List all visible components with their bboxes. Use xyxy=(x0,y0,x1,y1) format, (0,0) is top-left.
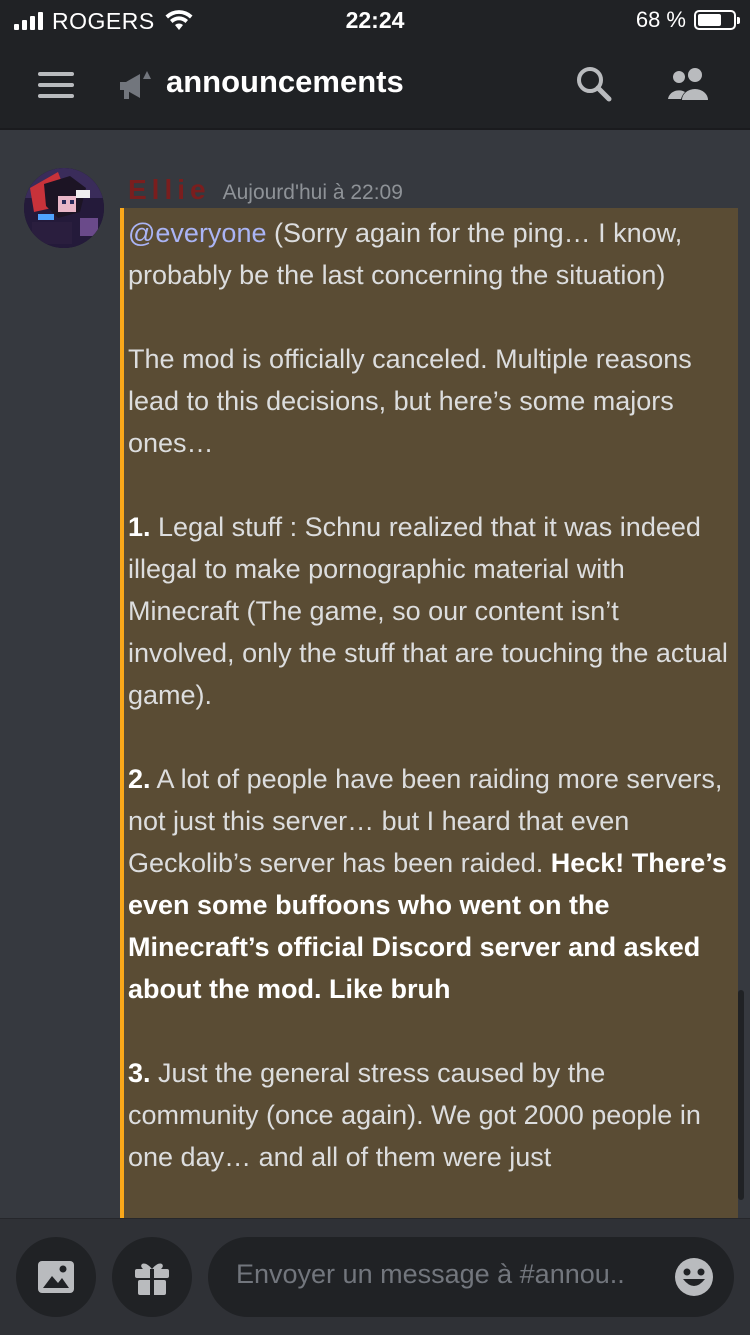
menu-icon[interactable] xyxy=(38,72,74,98)
emoji-icon[interactable] xyxy=(674,1257,714,1297)
message-content: @everyone (Sorry again for the ping… I k… xyxy=(128,212,728,1218)
message-paragraph-3: 1. Legal stuff : Schnu realized that it … xyxy=(128,512,728,710)
battery-icon xyxy=(694,10,740,30)
message-paragraph-5: 3. Just the general stress caused by the… xyxy=(128,1058,701,1172)
announcement-channel-icon xyxy=(120,70,153,99)
channel-name: announcements xyxy=(166,64,404,99)
author-name[interactable]: Ellie xyxy=(128,174,211,206)
message-composer: Envoyer un message à #annou.. xyxy=(0,1218,750,1335)
channel-header: announcements xyxy=(0,44,750,130)
message-list[interactable]: Ellie Aujourd'hui à 22:09 @everyone (Sor… xyxy=(0,130,750,1218)
scrollbar[interactable] xyxy=(738,990,744,1200)
status-bar: ROGERS 22:24 68 % xyxy=(0,0,750,44)
members-icon[interactable] xyxy=(664,64,714,104)
message-input[interactable]: Envoyer un message à #annou.. xyxy=(208,1237,734,1317)
message-input-placeholder: Envoyer un message à #annou.. xyxy=(236,1259,625,1289)
search-icon[interactable] xyxy=(574,64,614,104)
avatar[interactable] xyxy=(24,168,104,248)
message-timestamp: Aujourd'hui à 22:09 xyxy=(222,181,403,204)
message-paragraph-2: The mod is officially canceled. Multiple… xyxy=(128,344,692,458)
everyone-mention[interactable]: @everyone xyxy=(128,218,266,248)
gift-icon xyxy=(135,1263,169,1295)
avatar-image xyxy=(24,168,104,248)
message-paragraph-4: 2. A lot of people have been raiding mor… xyxy=(128,764,727,1004)
message-paragraph-1: @everyone (Sorry again for the ping… I k… xyxy=(128,218,683,290)
gift-button[interactable] xyxy=(112,1237,192,1317)
battery-percent: 68 % xyxy=(635,7,686,32)
image-icon xyxy=(38,1261,74,1293)
attach-image-button[interactable] xyxy=(16,1237,96,1317)
